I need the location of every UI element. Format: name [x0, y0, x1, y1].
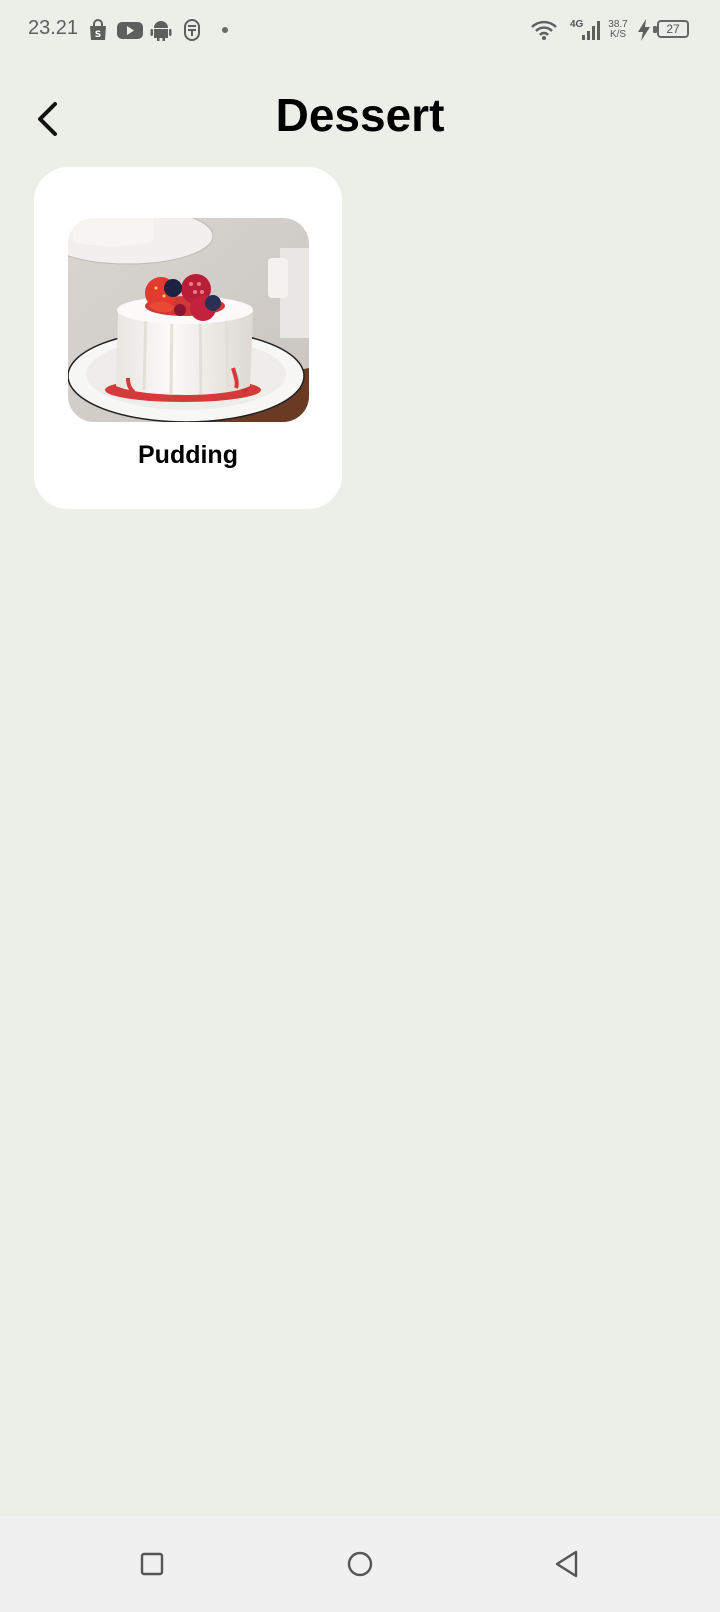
network-speed-unit: K/S — [609, 29, 627, 40]
system-back-button[interactable] — [549, 1546, 585, 1582]
dot-icon — [222, 27, 228, 33]
home-button[interactable] — [342, 1546, 378, 1582]
back-icon — [555, 1550, 578, 1578]
status-bar: 23.21 S 4G 38.7 K/S 27 — [0, 0, 720, 62]
wifi-icon — [530, 18, 558, 42]
svg-text:S: S — [95, 30, 101, 40]
charging-icon — [636, 18, 652, 42]
navigation-bar — [0, 1516, 720, 1612]
recent-apps-icon — [140, 1552, 164, 1576]
youtube-icon — [116, 18, 144, 42]
recent-apps-button[interactable] — [134, 1546, 170, 1582]
status-time: 23.21 — [28, 17, 79, 39]
shopping-bag-icon: S — [86, 18, 110, 42]
pudding-image — [68, 218, 309, 422]
signal-icon — [580, 18, 604, 42]
battery-level: 27 — [666, 22, 680, 36]
network-speed: 38.7 K/S — [605, 20, 631, 40]
dessert-card-label: Pudding — [138, 441, 238, 469]
dessert-card-pudding[interactable]: Pudding — [34, 167, 342, 509]
android-icon — [149, 18, 173, 42]
page-title: Dessert — [275, 89, 445, 141]
home-icon — [347, 1551, 373, 1577]
app-icon — [180, 18, 204, 42]
battery-icon: 27 — [653, 20, 689, 38]
